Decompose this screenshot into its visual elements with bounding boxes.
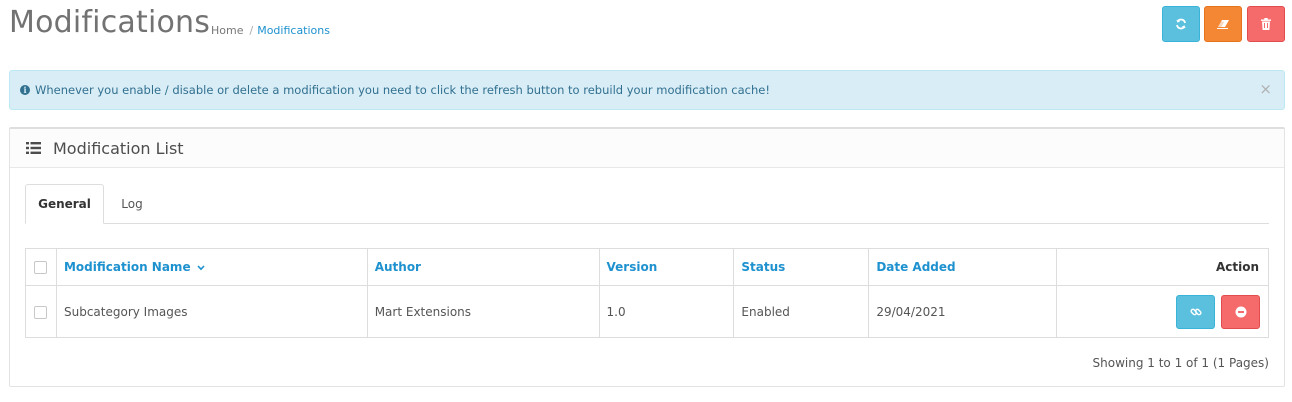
clear-button[interactable] <box>1204 6 1242 42</box>
column-header-date-added: Date Added <box>868 248 1058 286</box>
list-icon <box>26 142 41 154</box>
sort-by-date-added-link[interactable]: Date Added <box>876 260 955 274</box>
tab-bar: General Log <box>25 184 1269 224</box>
column-header-name: Modification Name <box>55 248 368 286</box>
panel-title: Modification List <box>53 138 184 158</box>
sort-by-version-link[interactable]: Version <box>607 260 658 274</box>
refresh-button[interactable] <box>1162 6 1200 42</box>
alert-text: Whenever you enable / disable or delete … <box>35 83 770 97</box>
cell-actions <box>1056 285 1269 338</box>
page-title: Modifications <box>9 5 211 40</box>
table-header-row: Modification Name Author Version Status … <box>25 248 1269 286</box>
sort-by-author-link[interactable]: Author <box>375 260 421 274</box>
info-circle-icon: i <box>20 85 30 95</box>
breadcrumb-separator: / <box>249 24 254 37</box>
modifications-table: Modification Name Author Version Status … <box>25 248 1269 338</box>
cell-name: Subcategory Images <box>55 285 368 338</box>
breadcrumb: Home / Modifications <box>211 24 330 37</box>
refresh-icon <box>1175 18 1187 30</box>
modification-list-panel: Modification List General Log Modificati… <box>9 127 1285 387</box>
sort-by-name-link[interactable]: Modification Name <box>64 260 205 274</box>
column-header-status: Status <box>733 248 870 286</box>
info-alert: i Whenever you enable / disable or delet… <box>9 70 1285 110</box>
link-icon <box>1190 306 1202 318</box>
eraser-icon <box>1216 19 1230 29</box>
cell-status: Enabled <box>733 285 870 338</box>
column-header-action: Action <box>1056 248 1269 286</box>
sort-by-status-link[interactable]: Status <box>741 260 785 274</box>
minus-circle-icon <box>1235 306 1247 318</box>
tab-log[interactable]: Log <box>105 184 159 223</box>
cell-author: Mart Extensions <box>366 285 600 338</box>
panel-heading: Modification List <box>10 129 1284 168</box>
cell-date-added: 29/04/2021 <box>868 285 1058 338</box>
select-all-cell <box>25 248 57 286</box>
delete-button[interactable] <box>1247 6 1285 42</box>
column-header-author: Author <box>366 248 600 286</box>
select-all-checkbox[interactable] <box>34 261 48 274</box>
alert-close-button[interactable]: × <box>1259 82 1272 97</box>
row-select-cell <box>25 285 57 338</box>
pagination-info: Showing 1 to 1 of 1 (1 Pages) <box>1092 356 1269 370</box>
breadcrumb-modifications-link[interactable]: Modifications <box>257 24 330 37</box>
column-header-version: Version <box>598 248 735 286</box>
chevron-down-icon <box>197 260 205 274</box>
column-label-name: Modification Name <box>63 260 191 274</box>
trash-icon <box>1261 18 1271 30</box>
disable-button[interactable] <box>1221 294 1260 329</box>
tab-general[interactable]: General <box>25 184 104 224</box>
breadcrumb-home-link[interactable]: Home <box>211 24 243 37</box>
table-row: Subcategory Images Mart Extensions 1.0 E… <box>25 285 1269 338</box>
cell-version: 1.0 <box>598 285 735 338</box>
row-checkbox[interactable] <box>34 305 48 319</box>
link-button[interactable] <box>1176 294 1216 329</box>
